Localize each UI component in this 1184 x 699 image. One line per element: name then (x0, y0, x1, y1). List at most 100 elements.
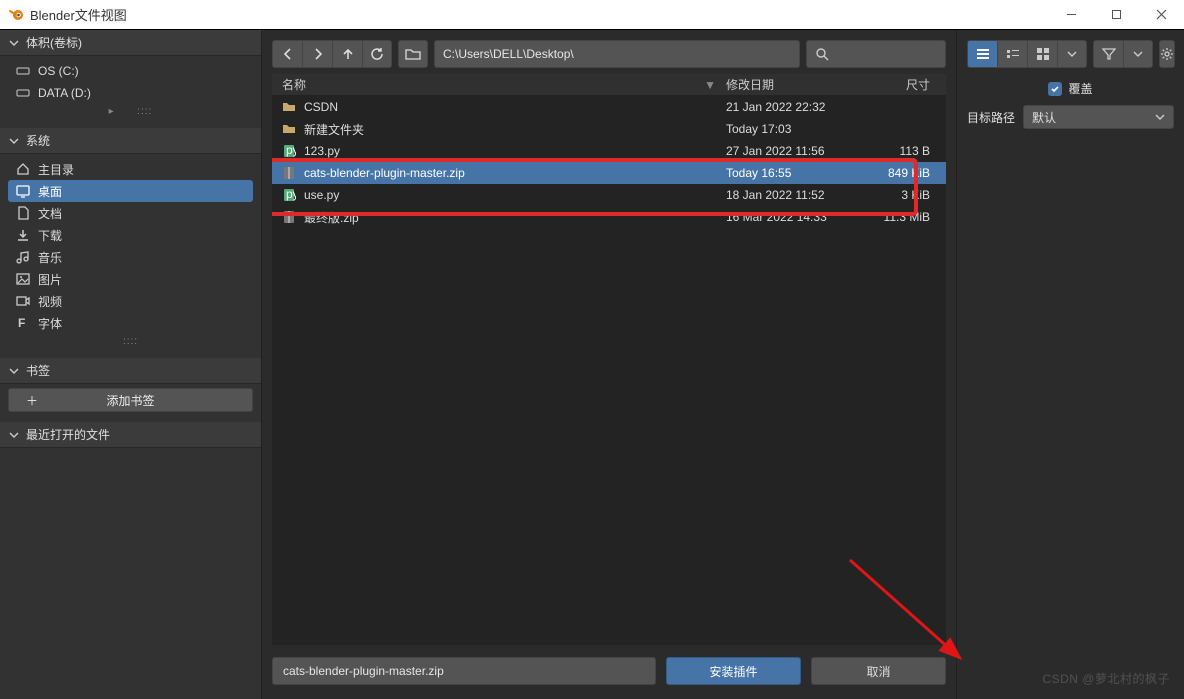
recent-label: 最近打开的文件 (26, 426, 110, 443)
file-name: 新建文件夹 (300, 121, 726, 138)
system-item[interactable]: 文档 (8, 202, 253, 224)
expand-handle[interactable]: ▸ :::: (8, 104, 253, 118)
folder-type-icon (14, 250, 32, 264)
volume-item[interactable]: DATA (D:) (8, 82, 253, 104)
toolbar: C:\Users\DELL\Desktop\ (272, 40, 946, 68)
file-size: 113 B (866, 144, 946, 158)
file-row[interactable]: py 123.py27 Jan 2022 11:56113 B (272, 140, 946, 162)
file-date: 21 Jan 2022 22:32 (726, 100, 866, 114)
zip-icon (278, 166, 300, 180)
system-item[interactable]: 视频 (8, 290, 253, 312)
view-more-button[interactable] (1057, 40, 1087, 68)
search-input[interactable] (806, 40, 946, 68)
system-label: 系统 (26, 132, 50, 149)
file-size: 849 KiB (866, 166, 946, 180)
view-list-button[interactable] (967, 40, 997, 68)
folder-type-icon (14, 162, 32, 176)
volumes-label: 体积(卷标) (26, 34, 82, 51)
chevron-down-icon (8, 366, 20, 376)
file-size: 11.3 MiB (866, 210, 946, 224)
folder-type-icon (14, 228, 32, 242)
py-icon: py (278, 188, 300, 202)
target-path-select[interactable]: 默认 (1023, 105, 1174, 129)
install-button[interactable]: 安装插件 (666, 657, 801, 685)
system-header[interactable]: 系统 (0, 128, 261, 154)
file-row[interactable]: 新建文件夹Today 17:03 (272, 118, 946, 140)
system-item[interactable]: F字体 (8, 312, 253, 334)
folder-type-icon (14, 272, 32, 286)
filter-button[interactable] (1093, 40, 1123, 68)
bookmarks-label: 书签 (26, 362, 50, 379)
blender-logo-icon (8, 7, 24, 23)
view-grid-button[interactable] (1027, 40, 1057, 68)
drive-icon (14, 65, 32, 77)
filter-more-button[interactable] (1123, 40, 1153, 68)
svg-text:F: F (18, 316, 25, 330)
col-size[interactable]: 尺寸 (866, 76, 946, 93)
recent-header[interactable]: 最近打开的文件 (0, 422, 261, 448)
file-date: 16 Mar 2022 14:33 (726, 210, 866, 224)
settings-button[interactable] (1159, 40, 1175, 68)
footer: cats-blender-plugin-master.zip 安装插件 取消 (272, 653, 946, 689)
file-row[interactable]: CSDN21 Jan 2022 22:32 (272, 96, 946, 118)
col-date[interactable]: 修改日期 (726, 76, 866, 93)
window-title: Blender文件视图 (30, 5, 127, 24)
file-date: 27 Jan 2022 11:56 (726, 144, 866, 158)
file-name: 最终版.zip (300, 209, 726, 226)
system-item[interactable]: 桌面 (8, 180, 253, 202)
bookmarks-header[interactable]: 书签 (0, 358, 261, 384)
volume-item[interactable]: OS (C:) (8, 60, 253, 82)
expand-handle[interactable]: :::: (8, 334, 253, 348)
folder-type-icon: F (14, 316, 32, 330)
file-list: CSDN21 Jan 2022 22:32新建文件夹Today 17:03py1… (272, 96, 946, 645)
sidebar: 体积(卷标) OS (C:) DATA (D:) ▸ :::: 系统 主目录桌面… (0, 30, 262, 699)
folder-type-icon (14, 206, 32, 220)
up-button[interactable] (332, 40, 362, 68)
chevron-down-icon (8, 136, 20, 146)
close-button[interactable] (1139, 0, 1184, 30)
svg-text:py: py (286, 144, 296, 157)
target-path-label: 目标路径 (967, 109, 1015, 126)
view-details-button[interactable] (997, 40, 1027, 68)
py-icon: py (278, 144, 300, 158)
folder-icon (278, 100, 300, 114)
file-size: 3 KiB (866, 188, 946, 202)
right-panel: 覆盖 目标路径 默认 (956, 30, 1184, 699)
col-name[interactable]: 名称▼ (272, 76, 726, 93)
override-checkbox[interactable] (1048, 82, 1062, 96)
forward-button[interactable] (302, 40, 332, 68)
file-row[interactable]: 最终版.zip16 Mar 2022 14:3311.3 MiB (272, 206, 946, 228)
file-date: Today 16:55 (726, 166, 866, 180)
system-item[interactable]: 图片 (8, 268, 253, 290)
chevron-down-icon (8, 38, 20, 48)
cancel-button[interactable]: 取消 (811, 657, 946, 685)
path-input[interactable]: C:\Users\DELL\Desktop\ (434, 40, 800, 68)
file-name: CSDN (300, 100, 726, 114)
svg-text:py: py (286, 188, 296, 201)
file-name: cats-blender-plugin-master.zip (300, 166, 726, 180)
volumes-header[interactable]: 体积(卷标) (0, 30, 261, 56)
folder-type-icon (14, 184, 32, 198)
add-bookmark-button[interactable]: ＋ 添加书签 (8, 388, 253, 412)
column-headers: 名称▼ 修改日期 尺寸 (272, 74, 946, 96)
back-button[interactable] (272, 40, 302, 68)
system-item[interactable]: 音乐 (8, 246, 253, 268)
chevron-down-icon (8, 430, 20, 440)
folder-type-icon (14, 294, 32, 308)
system-item[interactable]: 下载 (8, 224, 253, 246)
zip-icon (278, 210, 300, 224)
file-date: 18 Jan 2022 11:52 (726, 188, 866, 202)
override-label: 覆盖 (1068, 80, 1092, 97)
file-row[interactable]: pyuse.py18 Jan 2022 11:523 KiB (272, 184, 946, 206)
file-row[interactable]: cats-blender-plugin-master.zipToday 16:5… (272, 162, 946, 184)
search-icon (815, 47, 829, 61)
minimize-button[interactable] (1049, 0, 1094, 30)
refresh-button[interactable] (362, 40, 392, 68)
system-item[interactable]: 主目录 (8, 158, 253, 180)
chevron-down-icon (1155, 112, 1165, 122)
filename-input[interactable]: cats-blender-plugin-master.zip (272, 657, 656, 685)
file-name: 123.py (300, 144, 726, 158)
plus-icon: ＋ (26, 392, 38, 409)
new-folder-button[interactable] (398, 40, 428, 68)
maximize-button[interactable] (1094, 0, 1139, 30)
